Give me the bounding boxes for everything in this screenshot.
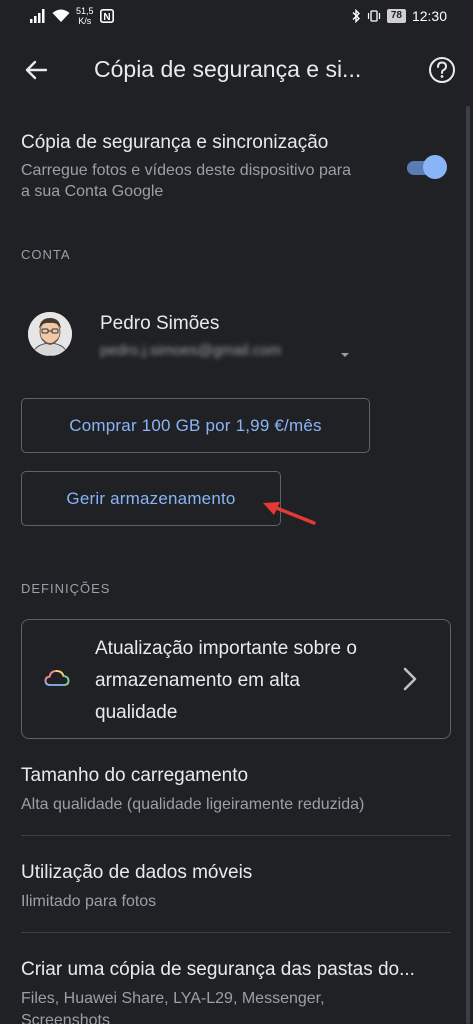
back-button[interactable] (20, 54, 52, 86)
account-email[interactable]: pedro.j.simoes@gmail.com (100, 342, 281, 359)
list-item-subtitle: Alta qualidade (qualidade ligeiramente r… (21, 796, 365, 813)
toggle-thumb (423, 155, 447, 179)
help-circle-icon (429, 57, 455, 83)
nfc-label: N (103, 12, 110, 23)
avatar (28, 312, 72, 356)
vibrate-icon (367, 10, 380, 22)
backup-sync-toggle[interactable] (405, 154, 447, 180)
manage-storage-button[interactable]: Gerir armazenamento (21, 471, 281, 526)
net-speed-value: 51,5 (76, 6, 94, 16)
list-item-backup-folders[interactable]: Criar uma cópia de segurança das pastas … (0, 959, 473, 1024)
list-item-title: Utilização de dados móveis (21, 862, 253, 883)
divider (21, 932, 451, 933)
backup-sync-title: Cópia de segurança e sincronização (21, 132, 329, 153)
section-header-settings: DEFINIÇÕES (21, 581, 111, 596)
app-bar: Cópia de segurança e si... (0, 40, 473, 100)
divider (21, 835, 451, 836)
status-bar: 51,5 K/s N 78 12:30 (0, 0, 473, 34)
dropdown-arrow-icon (341, 353, 349, 357)
account-row: Pedro Simões pedro.j.simoes@gmail.com (0, 300, 473, 370)
red-arrow-annotation-icon (263, 502, 316, 525)
list-item-title: Tamanho do carregamento (21, 765, 249, 786)
status-right: 78 12:30 (351, 8, 447, 24)
screen: 51,5 K/s N 78 12:30 Cópia de segurança e… (0, 0, 473, 1024)
bluetooth-icon (352, 9, 360, 23)
buy-storage-button[interactable]: Comprar 100 GB por 1,99 €/mês (21, 398, 370, 453)
section-header-account: CONTA (21, 247, 71, 262)
list-item-upload-size[interactable]: Tamanho do carregamento Alta qualidade (… (0, 765, 473, 825)
list-item-subtitle: Ilimitado para fotos (21, 893, 157, 910)
chevron-right-icon (403, 667, 417, 691)
page-title: Cópia de segurança e si... (94, 56, 362, 82)
signal-icon (30, 9, 45, 23)
help-button[interactable] (426, 54, 458, 86)
list-item-subtitle: Files, Huawei Share, LYA-L29, Messenger,… (21, 990, 325, 1024)
arrow-back-icon (25, 60, 48, 80)
backup-sync-row[interactable]: Cópia de segurança e sincronização Carre… (0, 128, 473, 208)
status-left: 51,5 K/s N (30, 6, 114, 26)
battery-icon: 78 (386, 9, 406, 23)
account-dropdown-button[interactable] (340, 346, 350, 357)
wifi-icon (52, 9, 70, 22)
net-speed: 51,5 K/s (76, 6, 94, 26)
net-speed-unit: K/s (78, 16, 92, 26)
storage-update-card[interactable]: Atualização importante sobre o armazenam… (21, 619, 451, 739)
nfc-icon: N (99, 9, 114, 23)
account-name: Pedro Simões (100, 313, 220, 334)
backup-sync-subtitle: Carregue fotos e vídeos deste dispositiv… (21, 162, 351, 200)
list-item-mobile-data[interactable]: Utilização de dados móveis Ilimitado par… (0, 862, 473, 922)
storage-update-text: Atualização importante sobre o armazenam… (95, 638, 357, 723)
cloud-icon (44, 670, 70, 686)
status-time: 12:30 (411, 8, 447, 24)
avatar-image (28, 312, 72, 356)
list-item-title: Criar uma cópia de segurança das pastas … (21, 959, 415, 980)
